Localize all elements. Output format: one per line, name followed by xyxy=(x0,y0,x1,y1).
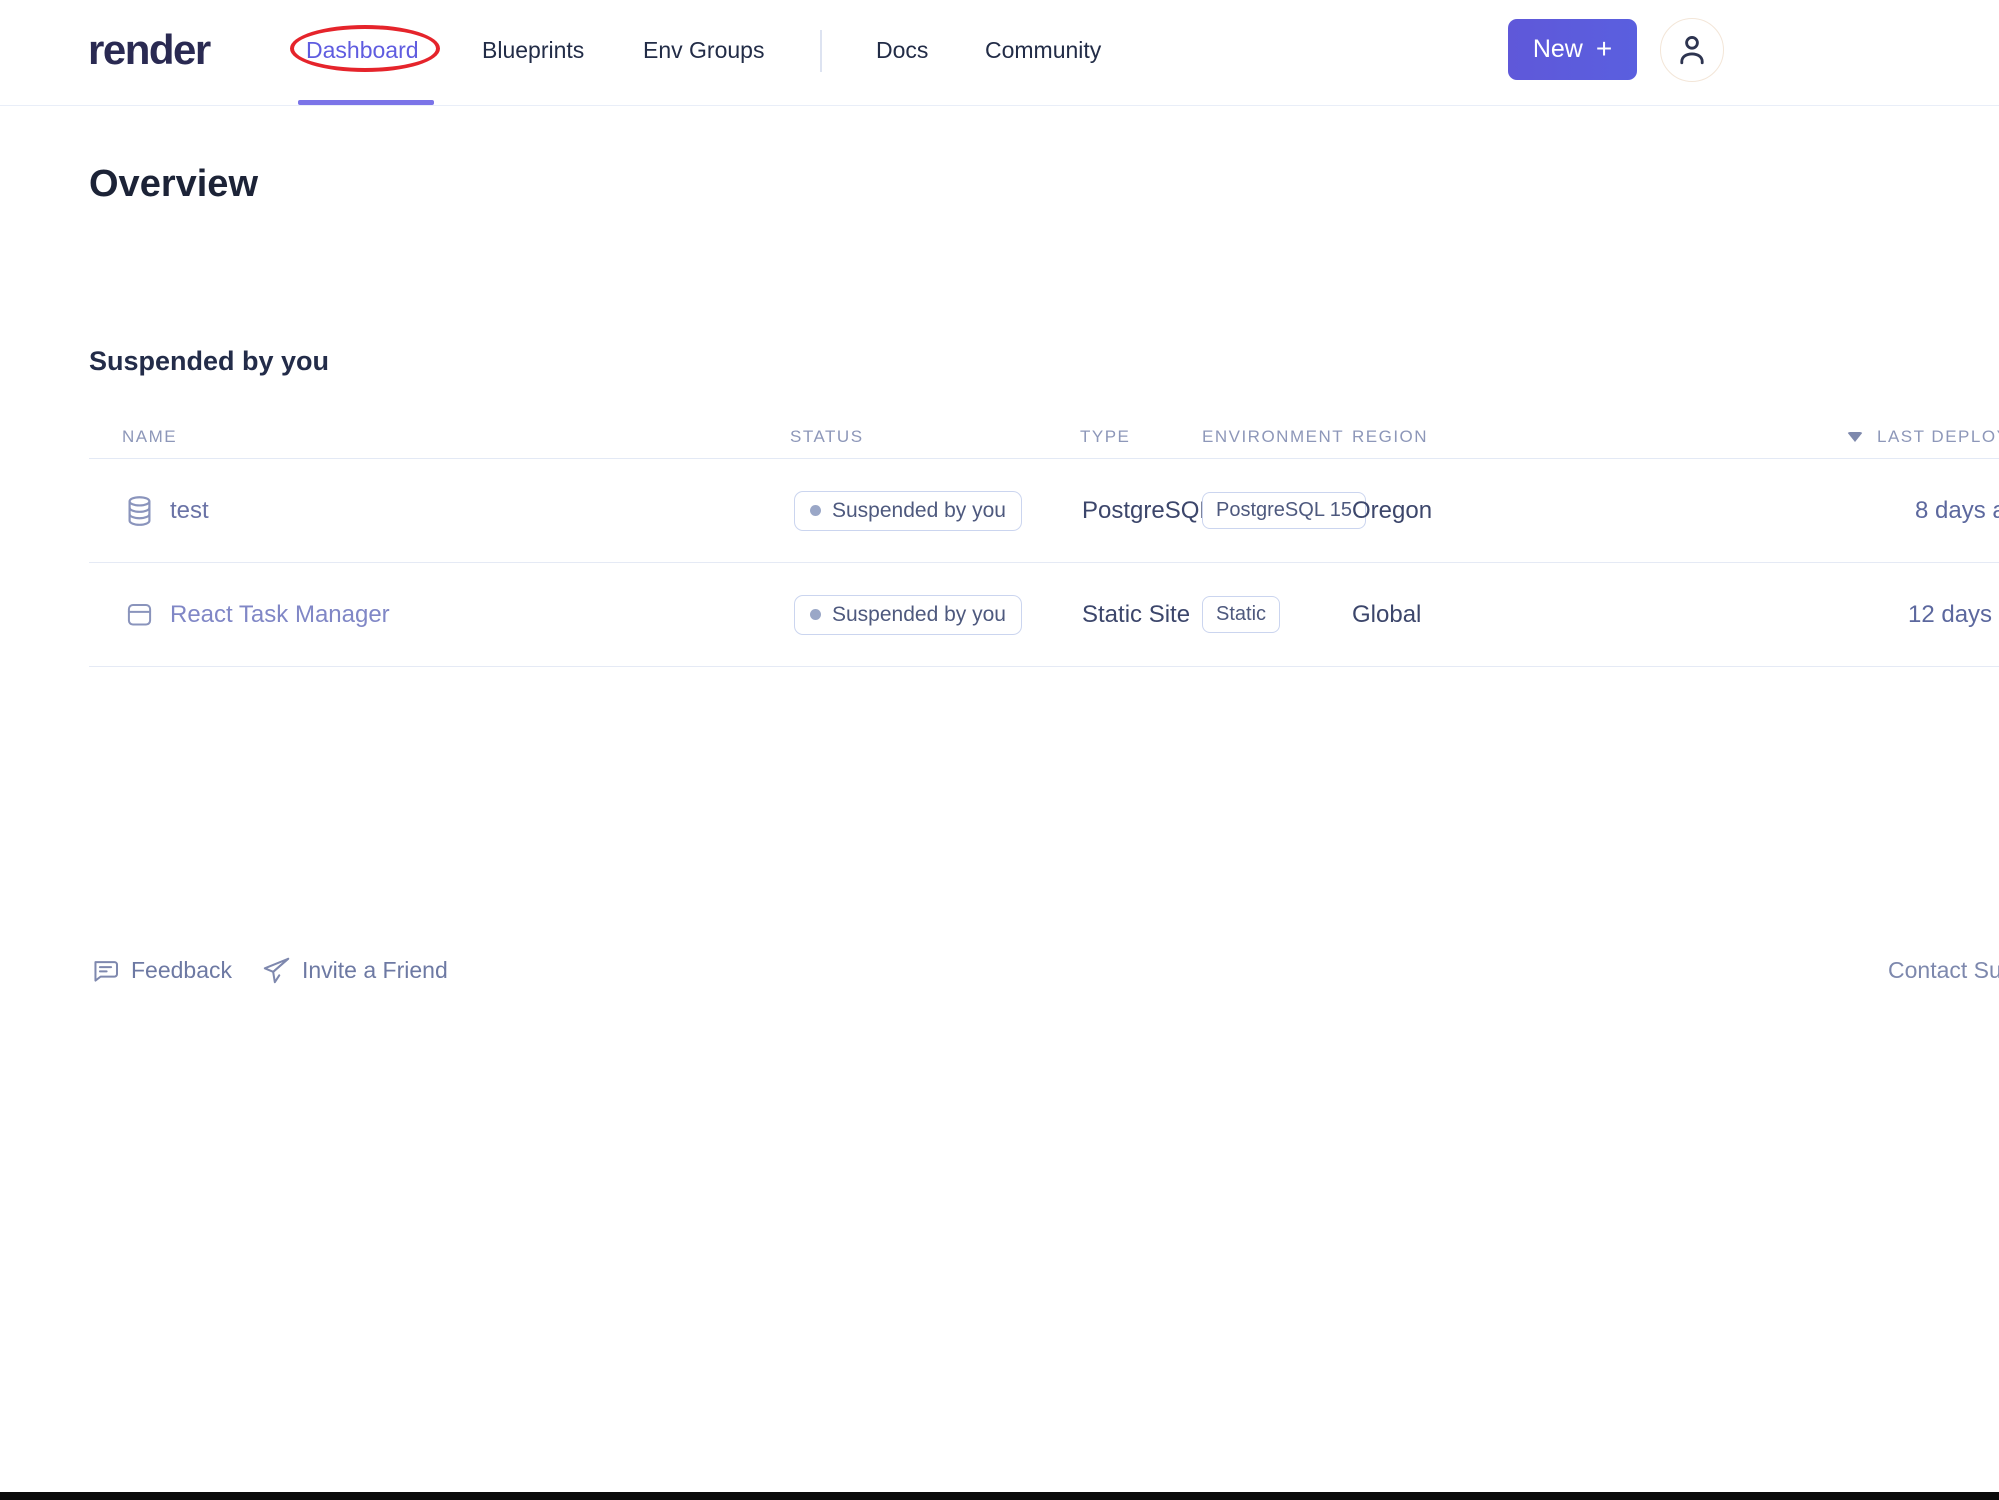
status-dot-icon xyxy=(810,609,821,620)
feedback-label: Feedback xyxy=(131,956,233,983)
feedback-link[interactable]: Feedback xyxy=(91,952,232,988)
table-row: test Suspended by you PostgreSQL Postgre… xyxy=(89,459,1999,563)
column-header-type[interactable]: TYPE xyxy=(1080,427,1130,447)
new-button-label: New xyxy=(1532,35,1583,63)
type-cell: Static Site xyxy=(1082,600,1191,628)
nav-item-dashboard[interactable]: Dashboard xyxy=(306,37,419,64)
column-header-status[interactable]: STATUS xyxy=(790,427,864,447)
services-table: NAME STATUS TYPE ENVIRONMENT REGION LAST… xyxy=(89,424,1999,667)
active-tab-underline xyxy=(298,100,434,105)
status-cell: Suspended by you xyxy=(794,459,1022,562)
plus-icon: + xyxy=(1595,32,1613,64)
status-badge-label: Suspended by you xyxy=(832,498,1006,522)
invite-friend-link[interactable]: Invite a Friend xyxy=(262,952,448,988)
environment-cell: PostgreSQL 15 xyxy=(1202,459,1367,562)
nav-item-env-groups[interactable]: Env Groups xyxy=(643,37,764,64)
top-nav-bar: render Dashboard Blueprints Env Groups D… xyxy=(0,0,1999,106)
status-badge-label: Suspended by you xyxy=(832,602,1006,626)
table-header-row: NAME STATUS TYPE ENVIRONMENT REGION LAST… xyxy=(89,424,1999,459)
account-avatar-button[interactable] xyxy=(1660,18,1724,82)
contact-support-label: Contact Support xyxy=(1888,956,1999,983)
nav-divider xyxy=(820,30,822,72)
column-header-last-deploy[interactable]: LAST DEPLOY xyxy=(1847,427,1999,447)
invite-friend-label: Invite a Friend xyxy=(302,956,448,983)
column-header-environment[interactable]: ENVIRONMENT xyxy=(1202,427,1344,447)
status-badge: Suspended by you xyxy=(794,594,1022,635)
render-logo[interactable]: render xyxy=(88,26,211,74)
status-badge: Suspended by you xyxy=(794,490,1022,531)
user-icon xyxy=(1674,32,1710,68)
paper-plane-icon xyxy=(262,956,291,985)
nav-item-blueprints[interactable]: Blueprints xyxy=(482,37,584,64)
service-name-link[interactable]: test xyxy=(170,459,209,562)
column-header-last-deploy-label: LAST DEPLOY xyxy=(1877,427,1999,446)
sort-descending-icon xyxy=(1847,432,1863,442)
static-site-icon xyxy=(125,563,154,666)
column-header-name[interactable]: NAME xyxy=(122,427,177,447)
feedback-bubble-icon xyxy=(91,956,120,985)
bottom-edge-bar xyxy=(0,1492,1999,1500)
table-row: React Task Manager Suspended by you Stat… xyxy=(89,563,1999,667)
status-cell: Suspended by you xyxy=(794,563,1022,666)
database-icon xyxy=(125,459,154,562)
page-title: Overview xyxy=(89,163,258,205)
type-cell: PostgreSQL xyxy=(1082,496,1213,524)
region-cell: Global xyxy=(1352,600,1422,628)
nav-item-docs[interactable]: Docs xyxy=(876,37,928,64)
last-deploy-cell: 8 days ago xyxy=(1915,496,1999,524)
service-name-link[interactable]: React Task Manager xyxy=(170,563,390,666)
column-header-region[interactable]: REGION xyxy=(1352,427,1428,447)
environment-cell: Static xyxy=(1202,563,1281,666)
last-deploy-cell: 12 days ago xyxy=(1908,600,1999,628)
region-cell: Oregon xyxy=(1352,496,1433,524)
environment-badge: PostgreSQL 15 xyxy=(1202,492,1367,529)
status-dot-icon xyxy=(810,505,821,516)
contact-support-link[interactable]: Contact Support xyxy=(1888,952,1999,988)
nav-item-community[interactable]: Community xyxy=(985,37,1101,64)
environment-badge: Static xyxy=(1202,596,1281,633)
section-title-suspended: Suspended by you xyxy=(89,346,330,376)
new-button[interactable]: New + xyxy=(1508,19,1637,80)
